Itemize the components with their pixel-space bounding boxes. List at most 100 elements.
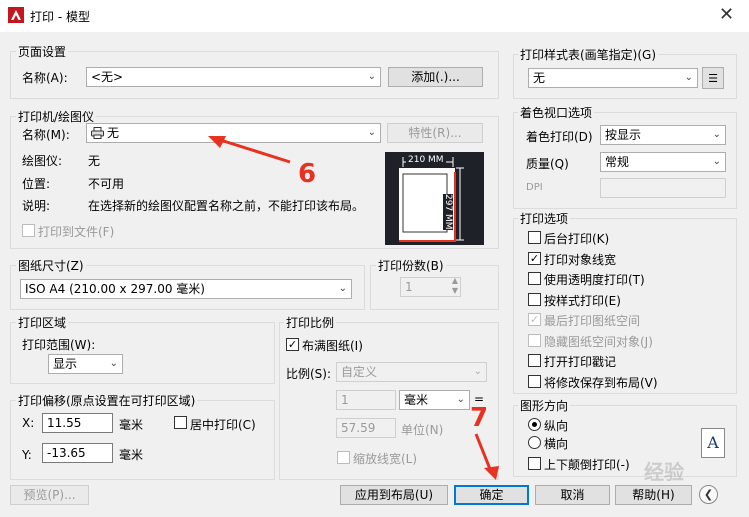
annotation-arrow-7-icon [474,433,499,480]
chevron-down-icon: ⌄ [712,129,721,140]
where-label: 位置: [22,177,51,191]
page-setup-name-label: 名称(A): [22,71,68,85]
plot-option-checkbox[interactable] [528,333,541,347]
paper-preview: 210 MM 297 MM [385,152,484,245]
landscape-label: 横向 [544,437,569,451]
apply-to-layout-button[interactable]: 应用到布局(U) [340,485,448,505]
shade-plot-value: 按显示 [605,128,642,142]
plot-offset-heading: 打印偏移(原点设置在可打印区域) [16,392,198,409]
plot-option-label: 打开打印戳记 [544,355,617,369]
spin-down-icon[interactable]: ▼ [452,286,458,296]
paper-size-value: ISO A4 (210.00 x 297.00 毫米) [25,282,205,296]
copies-value: 1 [405,280,413,294]
printer-name-value: 无 [107,126,120,140]
plot-option-label: 隐藏图纸空间对象(J) [544,334,653,349]
fit-to-paper-checkbox[interactable]: ✓ [286,338,299,351]
plot-range-combo[interactable]: 显示 ⌄ [48,354,123,374]
scale-lineweights-label: 缩放线宽(L) [353,452,418,466]
plotter-value: 无 [88,154,101,168]
shade-plot-combo[interactable]: 按显示 ⌄ [600,125,726,145]
quality-value: 常规 [605,155,630,169]
upside-down-checkbox[interactable] [528,457,541,470]
chevron-down-icon: ⌄ [338,283,347,294]
plot-offset-group [10,400,275,480]
plot-scale-heading: 打印比例 [284,314,337,331]
scale-combo[interactable]: 自定义 ⌄ [336,362,487,382]
scale-num1-input[interactable]: 1 [336,390,396,410]
close-icon[interactable]: ✕ [719,6,734,24]
plotter-label: 绘图仪: [22,154,63,168]
offset-y-unit: 毫米 [119,448,144,462]
plot-option-checkbox[interactable] [528,231,541,244]
plot-option-label: 打印对象线宽 [544,252,617,267]
page-setup-heading: 页面设置 [16,43,69,60]
quality-combo[interactable]: 常规 ⌄ [600,152,726,172]
preview-button[interactable]: 预览(P)... [10,485,89,505]
annotation-step-7: 7 [470,403,489,433]
landscape-radio[interactable] [528,436,541,449]
paper-size-combo[interactable]: ISO A4 (210.00 x 297.00 毫米) ⌄ [20,279,352,299]
plot-options-heading: 打印选项 [518,210,571,227]
cancel-button[interactable]: 取消 [535,485,610,505]
dpi-label: DPI [526,182,543,193]
plot-option-checkbox[interactable]: ✓ [528,251,541,265]
preview-height-label: 297 MM [443,194,453,230]
page-setup-name-combo[interactable]: <无> ⌄ [86,67,381,87]
spin-up-icon[interactable]: ▲ [452,276,458,286]
plot-option-checkbox[interactable] [528,292,541,306]
preview-width-label: 210 MM [406,155,446,165]
portrait-radio[interactable] [528,418,541,431]
copies-stepper[interactable]: 1 ▲ ▼ [400,276,461,297]
plot-option-checkbox[interactable] [528,374,541,388]
scale-unit-combo[interactable]: 毫米 ⌄ [399,390,470,410]
autocad-logo-icon [8,7,24,23]
shaded-viewport-heading: 着色视口选项 [518,104,595,121]
orientation-heading: 图形方向 [518,397,571,414]
plot-option-label: 按样式打印(E) [544,293,621,308]
shade-plot-label: 着色打印(D) [526,130,593,144]
more-options-icon[interactable]: ❮ [699,485,718,504]
description-value: 在选择新的绘图仪配置名称之前，不能打印该布局。 [88,199,365,213]
plot-option-checkbox[interactable]: ✓ [528,313,541,326]
plot-range-value: 显示 [53,357,78,371]
title-bar: 打印 - 模型 ✕ [0,0,749,32]
paper-size-heading: 图纸尺寸(Z) [16,257,86,274]
orientation-letter: A [707,433,719,452]
plot-option-label: 最后打印图纸空间 [544,314,641,328]
chevron-down-icon: ⌄ [473,366,482,377]
center-plot-checkbox[interactable] [174,416,187,429]
print-to-file-checkbox[interactable] [22,224,35,237]
window-title: 打印 - 模型 [30,10,90,24]
offset-y-input[interactable]: -13.65 [42,443,113,463]
scale-value: 自定义 [341,365,378,379]
scale-lineweights-checkbox[interactable] [337,451,350,464]
dpi-input[interactable] [600,178,726,198]
chevron-down-icon: ⌄ [367,127,376,138]
add-page-setup-button[interactable]: 添加(.)... [388,67,483,87]
fit-to-paper-label: 布满图纸(I) [302,339,363,353]
edit-style-table-button[interactable]: ☰ [702,67,724,89]
style-table-heading: 打印样式表(画笔指定)(G) [518,46,659,63]
printer-heading: 打印机/绘图仪 [16,108,97,125]
plot-option-checkbox[interactable] [528,354,541,367]
chevron-down-icon: ⌄ [456,394,465,405]
orientation-preview-icon: A [701,428,725,458]
annotation-step-6: 6 [298,159,317,189]
page-setup-name-value: <无> [91,70,124,84]
style-table-value: 无 [533,71,546,85]
offset-x-input[interactable]: 11.55 [42,413,113,433]
ok-button[interactable]: 确定 [454,485,529,505]
scale-num2-input[interactable]: 57.59 [336,418,396,438]
help-button[interactable]: 帮助(H) [615,485,692,505]
scale-unit-label: 单位(N) [401,423,444,437]
description-label: 说明: [22,199,51,213]
chevron-down-icon: ⌄ [684,72,693,83]
printer-properties-button[interactable]: 特性(R)... [387,123,483,143]
plot-option-label: 使用透明度打印(T) [544,273,645,287]
plot-area-heading: 打印区域 [16,314,69,331]
plot-option-checkbox[interactable] [528,272,541,285]
offset-y-label: Y: [22,448,32,462]
scale-unit-value: 毫米 [404,393,429,407]
upside-down-label: 上下颠倒打印(-) [544,458,630,472]
style-table-combo[interactable]: 无 ⌄ [528,68,698,88]
